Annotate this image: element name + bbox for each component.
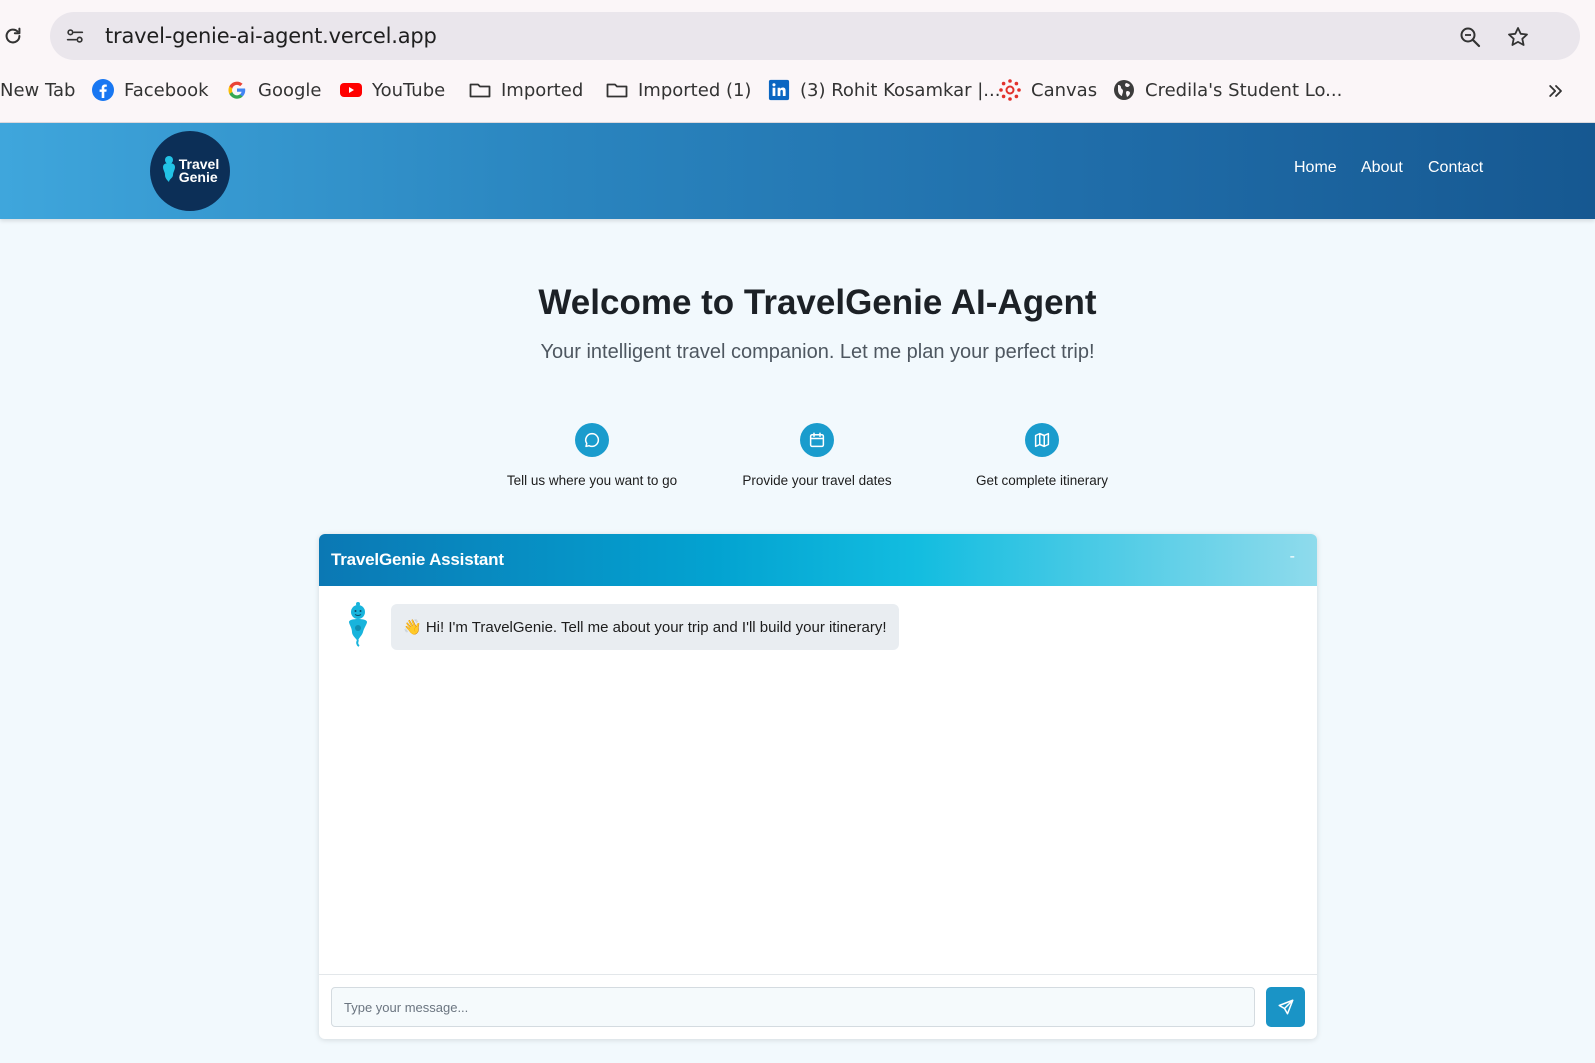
message-input[interactable] <box>331 987 1255 1027</box>
step-dates: Provide your travel dates <box>707 423 927 488</box>
bookmark-imported-1[interactable]: Imported (1) <box>605 72 751 108</box>
bookmark-label: YouTube <box>372 79 446 101</box>
site-info-icon[interactable] <box>62 23 88 49</box>
bookmark-label: Imported <box>501 79 584 101</box>
genie-avatar-icon <box>343 600 373 648</box>
youtube-icon <box>339 78 363 102</box>
globe-icon <box>1112 78 1136 102</box>
bot-message-bubble: 👋 Hi! I'm TravelGenie. Tell me about you… <box>391 604 899 650</box>
bookmark-label: Google <box>258 79 322 101</box>
step-itinerary: Get complete itinerary <box>932 423 1152 488</box>
bookmark-label: Imported (1) <box>638 79 752 101</box>
bookmark-label: Credila's Student Lo... <box>1145 79 1343 101</box>
canvas-icon <box>998 78 1022 102</box>
logo-line-2: Genie <box>178 169 218 185</box>
bookmark-label: New Tab <box>0 79 76 101</box>
travelgenie-logo[interactable]: Travel Genie <box>150 131 230 211</box>
folder-icon <box>468 78 492 102</box>
nav-contact[interactable]: Contact <box>1428 159 1483 177</box>
chat-header: TravelGenie Assistant - <box>319 534 1317 586</box>
nav-home[interactable]: Home <box>1294 159 1337 177</box>
folder-icon <box>605 78 629 102</box>
zoom-icon[interactable] <box>1455 22 1485 52</box>
step-label: Provide your travel dates <box>742 473 892 488</box>
bookmark-label: Canvas <box>1031 79 1098 101</box>
bookmark-facebook[interactable]: Facebook <box>91 72 209 108</box>
bookmark-star-icon[interactable] <box>1503 22 1533 52</box>
step-destination: Tell us where you want to go <box>482 423 702 488</box>
bookmark-linkedin[interactable]: (3) Rohit Kosamkar |... <box>767 72 1000 108</box>
calendar-icon <box>800 423 834 457</box>
bookmark-label: (3) Rohit Kosamkar |... <box>800 79 1001 101</box>
bookmark-canvas[interactable]: Canvas <box>998 72 1097 108</box>
google-icon <box>225 78 249 102</box>
chat-footer <box>319 974 1317 1039</box>
logo-text: Travel Genie <box>178 157 219 185</box>
bookmark-imported[interactable]: Imported <box>468 72 583 108</box>
facebook-icon <box>91 78 115 102</box>
send-button[interactable] <box>1266 987 1305 1027</box>
bookmark-credila[interactable]: Credila's Student Lo... <box>1112 72 1342 108</box>
send-icon <box>1278 999 1293 1015</box>
more-bookmarks-icon[interactable] <box>1543 78 1569 104</box>
page-title: Welcome to TravelGenie AI-Agent <box>538 283 1097 322</box>
address-bar[interactable]: travel-genie-ai-agent.vercel.app <box>50 12 1580 60</box>
bookmarks-bar: New Tab Facebook Google YouTube Imported <box>0 72 1595 108</box>
minimize-button[interactable]: - <box>1290 548 1295 566</box>
browser-chrome: travel-genie-ai-agent.vercel.app New Tab… <box>0 0 1595 123</box>
site-header: Travel Genie Home About Contact <box>0 123 1595 219</box>
bookmark-new-tab[interactable]: New Tab <box>0 72 75 108</box>
chat-widget: TravelGenie Assistant - 👋 Hi! I'm Travel… <box>319 534 1317 1039</box>
bookmark-youtube[interactable]: YouTube <box>339 72 445 108</box>
bookmark-google[interactable]: Google <box>225 72 321 108</box>
chat-message: 👋 Hi! I'm TravelGenie. Tell me about you… <box>343 602 899 650</box>
reload-icon[interactable] <box>0 22 26 50</box>
page-subtitle: Your intelligent travel companion. Let m… <box>540 341 1095 363</box>
chat-bubble-icon <box>575 423 609 457</box>
nav-about[interactable]: About <box>1361 159 1403 177</box>
genie-icon <box>162 156 175 182</box>
step-label: Tell us where you want to go <box>506 473 678 488</box>
bookmark-label: Facebook <box>124 79 209 101</box>
linkedin-icon <box>767 78 791 102</box>
chat-title: TravelGenie Assistant <box>331 550 504 569</box>
map-icon <box>1025 423 1059 457</box>
url-text[interactable]: travel-genie-ai-agent.vercel.app <box>105 24 437 48</box>
step-label: Get complete itinerary <box>975 473 1109 488</box>
